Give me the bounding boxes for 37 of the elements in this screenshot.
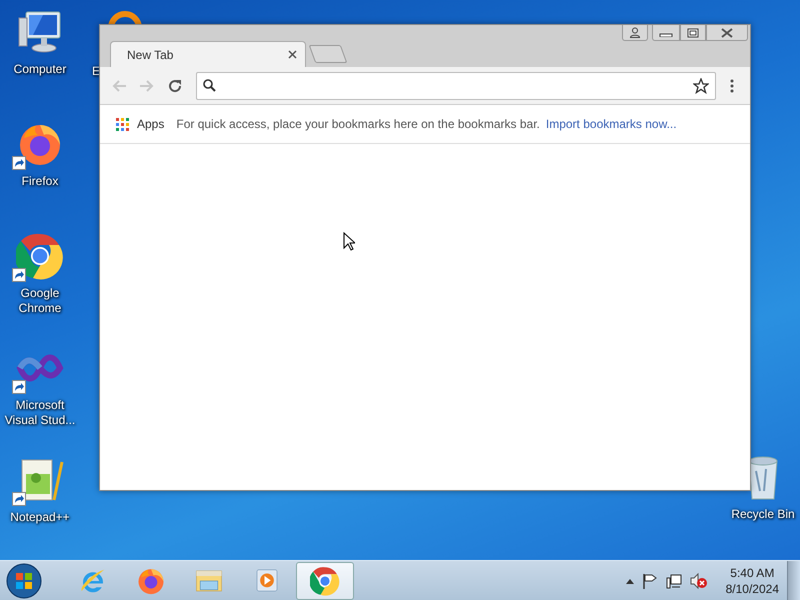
back-arrow-icon <box>111 78 127 94</box>
apps-grid-icon <box>116 118 129 130</box>
desktop-icon-label[interactable]: Computer <box>1 62 79 77</box>
import-bookmarks-link[interactable]: Import bookmarks now... <box>546 117 677 131</box>
muted-speaker-icon[interactable] <box>690 572 708 588</box>
mouse-pointer-icon <box>343 232 355 251</box>
desktop-icon-label[interactable]: Google Chrome <box>1 286 79 316</box>
profile-button[interactable] <box>622 25 648 41</box>
forward-arrow-icon <box>139 78 155 94</box>
flag-icon[interactable] <box>642 572 658 588</box>
maximize-icon <box>687 28 699 38</box>
bookmarks-hint: For quick access, place your bookmarks here on the bookmarks bar. <box>176 117 540 131</box>
apps-shortcut[interactable]: Apps <box>116 117 164 131</box>
desktop-icon-label[interactable]: Firefox <box>1 174 79 189</box>
chrome-logo-icon <box>310 566 340 596</box>
network-icon[interactable] <box>666 572 682 588</box>
close-button[interactable] <box>706 25 748 41</box>
maximize-button[interactable] <box>680 25 706 41</box>
star-icon[interactable] <box>693 78 709 94</box>
taskbar-button[interactable] <box>296 562 354 600</box>
close-icon <box>721 28 733 38</box>
browser-tab[interactable]: New Tab <box>110 41 306 67</box>
search-icon <box>203 79 216 92</box>
close-tab-icon[interactable] <box>288 50 297 59</box>
show-desktop-button[interactable] <box>787 560 800 600</box>
desktop-icon-label: E <box>92 64 100 79</box>
user-icon <box>629 27 641 38</box>
clock[interactable]: 5:40 AM 8/10/2024 <box>726 564 779 596</box>
desktop-icon-label[interactable]: Recycle Bin <box>724 507 800 522</box>
menu-icon[interactable] <box>730 78 734 92</box>
reload-icon <box>167 78 183 94</box>
desktop-icon-label[interactable]: Microsoft Visual Stud... <box>1 398 79 428</box>
minimize-button[interactable] <box>652 25 680 41</box>
start-button[interactable] <box>4 560 44 600</box>
desktop-icon-label[interactable]: Notepad++ <box>1 510 79 525</box>
show-hidden-icons-icon[interactable] <box>626 578 634 584</box>
chrome-logo-icon <box>16 232 64 280</box>
